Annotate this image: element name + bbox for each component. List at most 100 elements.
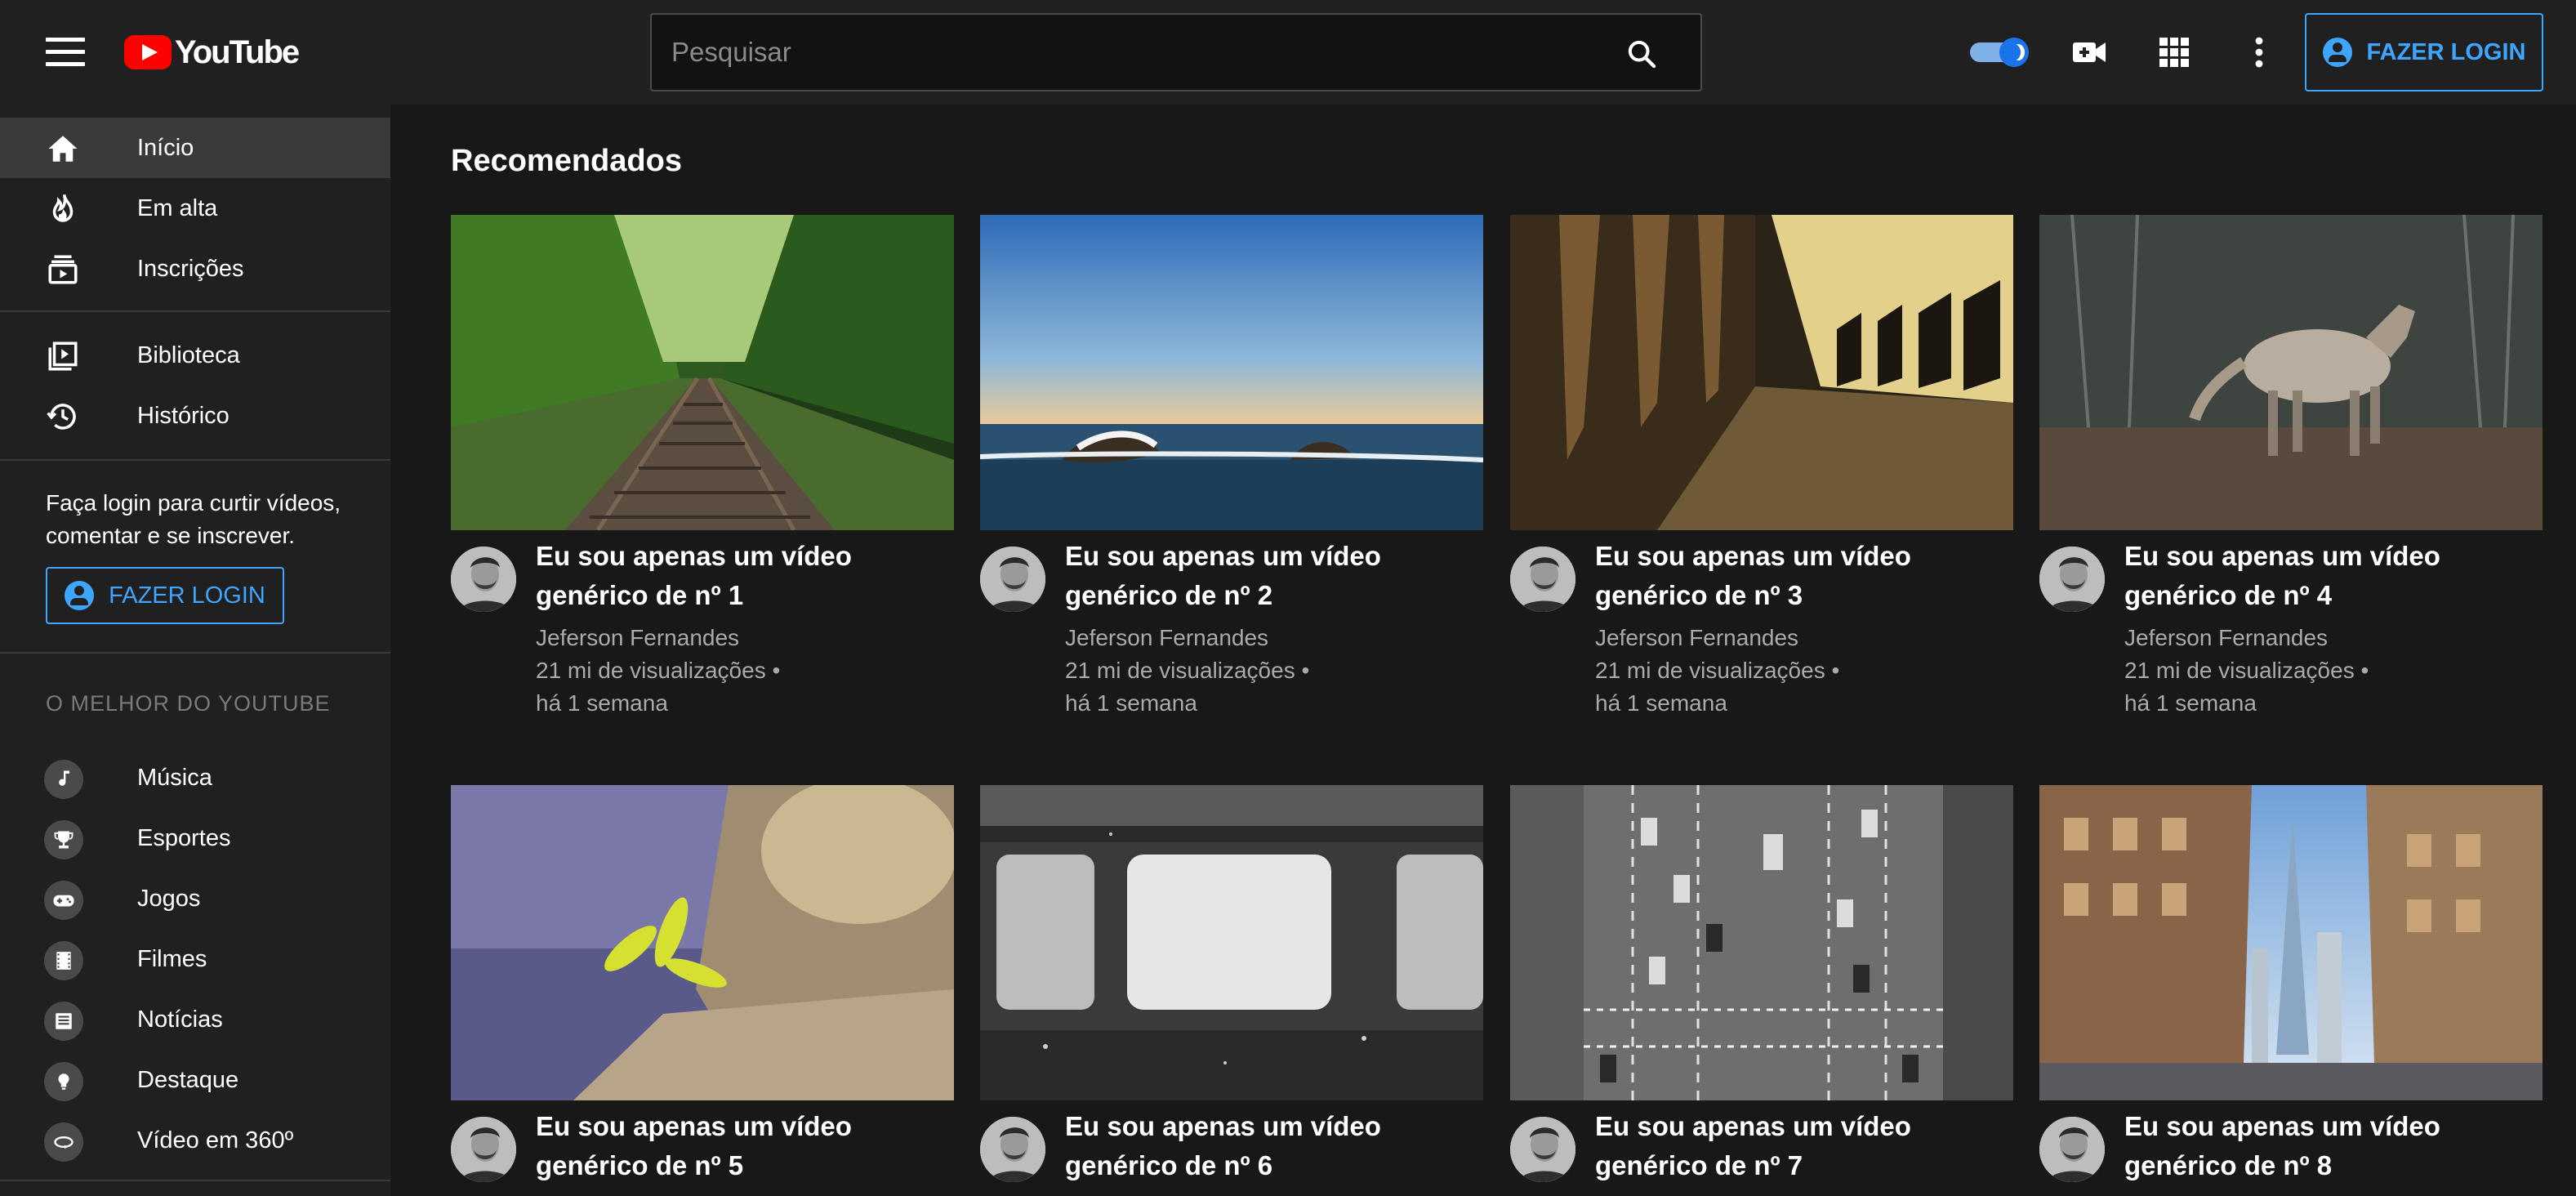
video-card: Eu sou apenas um vídeo genérico de nº 4 … xyxy=(2039,215,2543,716)
video-title[interactable]: Eu sou apenas um vídeo genérico de nº 8 xyxy=(2124,1107,2533,1185)
sidebar-item-label: Jogos xyxy=(137,886,201,912)
top-header: YouTube FAZER LOGIN xyxy=(0,0,2576,105)
menu-icon[interactable] xyxy=(46,38,85,67)
sidebar: Início Em alta Inscrições Biblioteca His… xyxy=(0,105,390,1196)
video-card: Eu sou apenas um vídeo genérico de nº 1 … xyxy=(451,215,954,716)
sidebar-item-label: Destaque xyxy=(137,1067,239,1093)
moon-icon xyxy=(1999,38,2029,67)
sidebar-item-biblioteca[interactable]: Biblioteca xyxy=(0,325,390,386)
video-thumbnail[interactable] xyxy=(1510,785,2013,1100)
sidebar-divider xyxy=(0,459,390,461)
sidebar-item-jogos[interactable]: Jogos xyxy=(0,869,390,930)
sidebar-divider xyxy=(0,652,390,654)
video-title[interactable]: Eu sou apenas um vídeo genérico de nº 3 xyxy=(1595,537,2003,615)
sidebar-item-video-360[interactable]: Vídeo em 360º xyxy=(0,1111,390,1171)
channel-avatar[interactable] xyxy=(2039,547,2105,612)
home-icon xyxy=(48,136,78,162)
channel-name[interactable]: Jeferson Fernandes xyxy=(536,625,739,651)
gamepad-icon xyxy=(44,881,83,920)
sidebar-item-label: Inscrições xyxy=(137,255,244,282)
sidebar-item-label: Esportes xyxy=(137,825,231,851)
video-title[interactable]: Eu sou apenas um vídeo genérico de nº 5 xyxy=(536,1107,944,1185)
channel-avatar[interactable] xyxy=(1510,1117,1575,1182)
video-thumbnail[interactable] xyxy=(1510,215,2013,530)
logo-text: YouTube xyxy=(175,33,300,70)
sidebar-item-label: Biblioteca xyxy=(137,341,240,368)
video-thumbnail[interactable] xyxy=(980,785,1483,1100)
sidebar-item-em-alta[interactable]: Em alta xyxy=(0,178,390,239)
sidebar-divider xyxy=(0,310,390,312)
lightbulb-icon xyxy=(44,1062,83,1101)
video-thumbnail[interactable] xyxy=(451,785,954,1100)
sidebar-item-label: Vídeo em 360º xyxy=(137,1127,294,1154)
library-icon xyxy=(48,341,78,371)
channel-avatar[interactable] xyxy=(980,1117,1045,1182)
video-title[interactable]: Eu sou apenas um vídeo genérico de nº 7 xyxy=(1595,1107,2003,1185)
apps-grid-icon[interactable] xyxy=(2155,33,2194,72)
video-thumbnail[interactable] xyxy=(980,215,1483,530)
sidebar-item-label: Notícias xyxy=(137,1006,223,1033)
news-icon xyxy=(44,1002,83,1041)
sidebar-item-historico[interactable]: Histórico xyxy=(0,386,390,446)
sidebar-item-noticias[interactable]: Notícias xyxy=(0,990,390,1051)
video-title[interactable]: Eu sou apenas um vídeo genérico de nº 6 xyxy=(1065,1107,1473,1185)
channel-name[interactable]: Jeferson Fernandes xyxy=(1065,625,1268,651)
film-icon xyxy=(44,941,83,980)
account-circle-icon xyxy=(2322,38,2352,67)
sidebar-item-label: Início xyxy=(137,134,194,161)
video-title[interactable]: Eu sou apenas um vídeo genérico de nº 2 xyxy=(1065,537,1473,615)
youtube-logo[interactable]: YouTube xyxy=(124,33,300,70)
video-thumbnail[interactable] xyxy=(2039,785,2543,1100)
upload-age: há 1 semana xyxy=(1065,690,1197,716)
sidebar-item-filmes[interactable]: Filmes xyxy=(0,930,390,990)
search-input[interactable] xyxy=(671,15,1570,90)
header-login-button[interactable]: FAZER LOGIN xyxy=(2305,13,2543,91)
view-count: 21 mi de visualizações • xyxy=(2124,658,2369,683)
video-card: Eu sou apenas um vídeo genérico de nº 7 xyxy=(1510,785,2013,1182)
channel-name[interactable]: Jeferson Fernandes xyxy=(1595,625,1798,651)
theme-toggle[interactable] xyxy=(1967,38,2029,67)
view-count: 21 mi de visualizações • xyxy=(536,658,781,683)
fire-icon xyxy=(52,194,74,222)
channel-avatar[interactable] xyxy=(1510,547,1575,612)
sidebar-item-inicio[interactable]: Início xyxy=(0,118,390,178)
channel-name[interactable]: Jeferson Fernandes xyxy=(2124,625,2328,651)
video-card: Eu sou apenas um vídeo genérico de nº 6 xyxy=(980,785,1483,1182)
header-login-label: FAZER LOGIN xyxy=(2366,38,2526,65)
account-circle-icon xyxy=(65,581,95,610)
login-message: Faça login para curtir vídeos, comentar … xyxy=(46,490,341,548)
sidebar-item-label: Em alta xyxy=(137,194,218,221)
sidebar-login-button[interactable]: FAZER LOGIN xyxy=(46,567,284,624)
sidebar-item-inscricoes[interactable]: Inscrições xyxy=(0,239,390,299)
channel-avatar[interactable] xyxy=(451,547,516,612)
history-icon xyxy=(47,404,76,430)
sidebar-item-musica[interactable]: Música xyxy=(0,748,390,809)
more-vert-icon[interactable] xyxy=(2240,33,2279,72)
sidebar-item-label: Filmes xyxy=(137,946,207,972)
channel-avatar[interactable] xyxy=(2039,1117,2105,1182)
upload-age: há 1 semana xyxy=(536,690,668,716)
video-camera-icon[interactable] xyxy=(2070,33,2109,72)
channel-avatar[interactable] xyxy=(451,1117,516,1182)
360-icon xyxy=(44,1122,83,1162)
video-card: Eu sou apenas um vídeo genérico de nº 3 … xyxy=(1510,215,2013,716)
section-heading: Recomendados xyxy=(451,144,682,178)
sidebar-item-destaque[interactable]: Destaque xyxy=(0,1051,390,1111)
video-card: Eu sou apenas um vídeo genérico de nº 8 xyxy=(2039,785,2543,1182)
channel-avatar[interactable] xyxy=(980,547,1045,612)
view-count: 21 mi de visualizações • xyxy=(1595,658,1840,683)
video-thumbnail[interactable] xyxy=(451,215,954,530)
sidebar-divider xyxy=(0,1180,390,1181)
trophy-icon xyxy=(44,820,83,859)
video-title[interactable]: Eu sou apenas um vídeo genérico de nº 1 xyxy=(536,537,944,615)
video-title[interactable]: Eu sou apenas um vídeo genérico de nº 4 xyxy=(2124,537,2533,615)
music-icon xyxy=(44,760,83,799)
view-count: 21 mi de visualizações • xyxy=(1065,658,1310,683)
upload-age: há 1 semana xyxy=(1595,690,1727,716)
sidebar-item-esportes[interactable]: Esportes xyxy=(0,809,390,869)
subscriptions-icon xyxy=(48,255,78,284)
search-icon[interactable] xyxy=(1625,38,1658,70)
video-card: Eu sou apenas um vídeo genérico de nº 2 … xyxy=(980,215,1483,716)
search-box xyxy=(650,13,1702,91)
video-thumbnail[interactable] xyxy=(2039,215,2543,530)
